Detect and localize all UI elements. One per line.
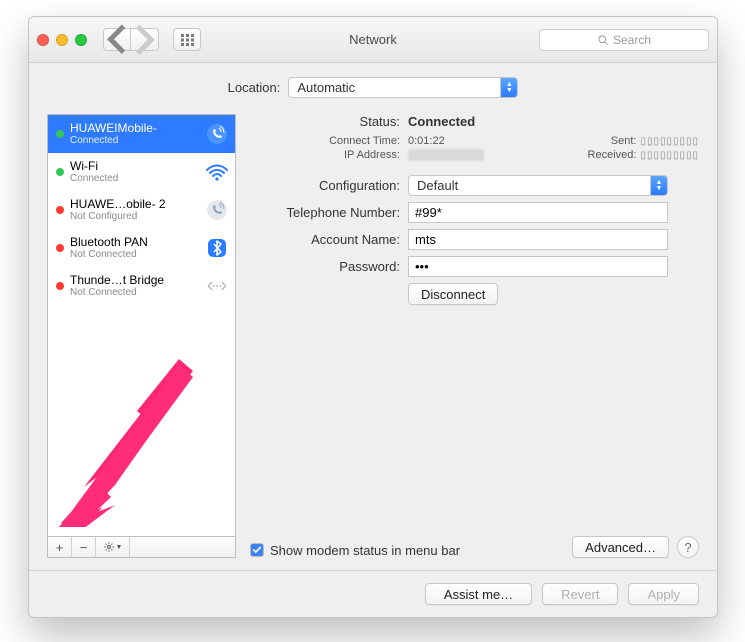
status-value: Connected: [408, 114, 475, 129]
ip-address-label: IP Address:: [250, 149, 400, 161]
sidebar-item-huawei-mobile-2[interactable]: HUAWE…obile- 2 Not Configured: [48, 191, 235, 229]
chevron-updown-icon: ▲▼: [500, 78, 517, 97]
service-status: Not Connected: [70, 287, 199, 298]
search-placeholder: Search: [613, 33, 651, 47]
sidebar-item-bluetooth-pan[interactable]: Bluetooth PAN Not Connected: [48, 229, 235, 267]
sent-value: ▯▯▯▯▯▯▯▯▯: [640, 136, 699, 147]
status-dot-icon: [56, 206, 64, 214]
show-modem-status-checkbox[interactable]: [250, 543, 264, 557]
titlebar: Network Search: [29, 17, 717, 63]
zoom-window-button[interactable]: [75, 34, 87, 46]
main-row: HUAWEIMobile- Connected Wi-Fi Connected: [47, 114, 699, 558]
sidebar-item-thunderbolt-bridge[interactable]: Thunde…t Bridge Not Connected: [48, 267, 235, 305]
status-dot-icon: [56, 244, 64, 252]
forward-button[interactable]: [131, 28, 159, 51]
service-status: Connected: [70, 135, 199, 146]
status-label: Status:: [250, 114, 400, 129]
gear-icon: [103, 541, 115, 553]
help-button[interactable]: ?: [677, 536, 699, 558]
status-dot-icon: [56, 130, 64, 138]
check-icon: [252, 545, 262, 555]
thunderbolt-bridge-icon: [205, 275, 229, 297]
detail-footer: Show modem status in menu bar Advanced… …: [250, 536, 699, 558]
phone-icon: [205, 199, 229, 221]
chevron-updown-icon: ▲▼: [650, 176, 667, 195]
service-name: Bluetooth PAN: [70, 236, 199, 249]
add-service-button[interactable]: +: [48, 537, 72, 557]
network-preferences-window: Network Search Location: Automatic ▲▼: [28, 16, 718, 618]
content-area: Location: Automatic ▲▼ HUAWEIMobile- Con…: [29, 63, 717, 570]
sidebar-footer-toolbar: + − ▼: [47, 536, 236, 558]
location-value: Automatic: [297, 80, 500, 95]
ip-address-value: [408, 149, 484, 161]
back-button[interactable]: [103, 28, 131, 51]
disconnect-button[interactable]: Disconnect: [408, 283, 498, 305]
configuration-label: Configuration:: [250, 178, 400, 193]
assist-me-button[interactable]: Assist me…: [425, 583, 532, 605]
service-name: Thunde…t Bridge: [70, 274, 199, 287]
telephone-label: Telephone Number:: [250, 205, 400, 220]
close-window-button[interactable]: [37, 34, 49, 46]
chevron-down-icon: ▼: [116, 544, 123, 551]
sidebar-item-wifi[interactable]: Wi-Fi Connected: [48, 153, 235, 191]
phone-icon: [205, 123, 229, 145]
location-row: Location: Automatic ▲▼: [47, 77, 699, 98]
advanced-button[interactable]: Advanced…: [572, 536, 669, 558]
revert-button[interactable]: Revert: [542, 583, 618, 605]
show-modem-status-label: Show modem status in menu bar: [270, 543, 460, 558]
window-footer-buttons: Assist me… Revert Apply: [29, 570, 717, 617]
service-name: HUAWE…obile- 2: [70, 198, 199, 211]
account-name-input[interactable]: [408, 229, 668, 250]
service-status: Not Configured: [70, 211, 199, 222]
sent-label: Sent:: [611, 135, 637, 147]
search-input[interactable]: Search: [539, 29, 709, 51]
service-name: HUAWEIMobile-: [70, 122, 199, 135]
show-all-button[interactable]: [173, 28, 201, 51]
password-label: Password:: [250, 259, 400, 274]
traffic-lights: [37, 34, 87, 46]
services-sidebar: HUAWEIMobile- Connected Wi-Fi Connected: [47, 114, 236, 558]
back-forward-group: [103, 28, 159, 51]
detail-panel: Status: Connected Connect Time: 0:01:22 …: [250, 114, 699, 558]
location-select[interactable]: Automatic ▲▼: [288, 77, 518, 98]
password-input[interactable]: [408, 256, 668, 277]
services-list[interactable]: HUAWEIMobile- Connected Wi-Fi Connected: [47, 114, 236, 536]
actions-menu-button[interactable]: ▼: [96, 537, 130, 557]
sidebar-item-huawei-mobile[interactable]: HUAWEIMobile- Connected: [48, 115, 235, 153]
service-status: Connected: [70, 173, 199, 184]
apply-button[interactable]: Apply: [628, 583, 699, 605]
account-label: Account Name:: [250, 232, 400, 247]
bluetooth-icon: [205, 237, 229, 259]
status-dot-icon: [56, 168, 64, 176]
connect-time-value: 0:01:22: [408, 135, 445, 147]
service-status: Not Connected: [70, 249, 199, 260]
received-label: Received:: [588, 149, 637, 161]
received-value: ▯▯▯▯▯▯▯▯▯: [640, 150, 699, 161]
wifi-icon: [205, 161, 229, 183]
location-label: Location:: [228, 80, 281, 95]
telephone-input[interactable]: [408, 202, 668, 223]
configuration-select[interactable]: Default ▲▼: [408, 175, 668, 196]
configuration-value: Default: [417, 178, 650, 193]
connect-time-label: Connect Time:: [250, 135, 400, 147]
minimize-window-button[interactable]: [56, 34, 68, 46]
remove-service-button[interactable]: −: [72, 537, 96, 557]
search-icon: [597, 34, 609, 46]
service-name: Wi-Fi: [70, 160, 199, 173]
status-dot-icon: [56, 282, 64, 290]
